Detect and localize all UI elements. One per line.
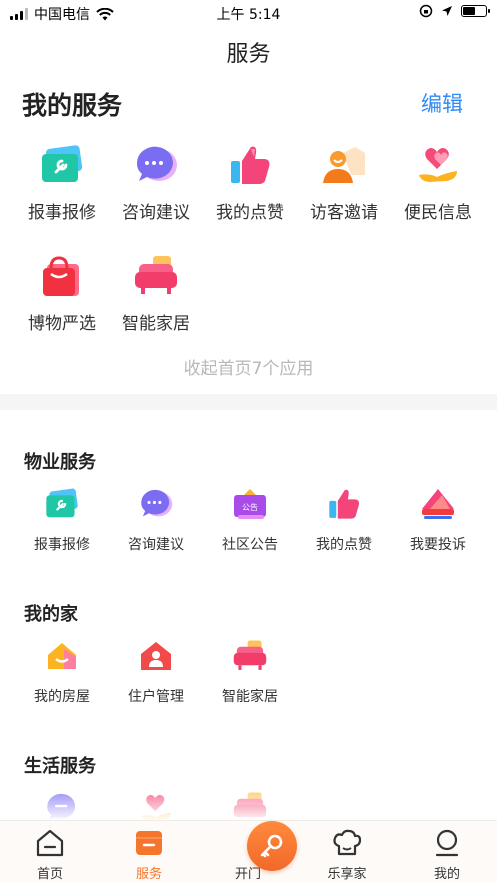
category-grid: 我的房屋 住户管理 智能家居 (15, 638, 485, 720)
service-tile-label: 访客邀请 (310, 203, 378, 223)
sofa-icon (232, 638, 268, 674)
complaint-icon (420, 486, 456, 522)
service-tile-consult[interactable]: 咨询建议 (109, 486, 203, 568)
my-services-grid: 报事报修 咨询建议 我的点赞 访客邀请 便民信息 博物严选 智能家居 (15, 138, 485, 360)
tab-label: 首页 (36, 867, 63, 882)
tab-services[interactable]: 服务 (109, 827, 189, 882)
tab-profile[interactable]: 我的 (407, 827, 487, 882)
service-tile-shop[interactable]: 博物严选 (15, 249, 109, 360)
sofa-icon (133, 253, 179, 299)
status-right (419, 4, 490, 18)
service-tile-likes[interactable]: 我的点赞 (297, 486, 391, 568)
status-bar: 中国电信 上午 5:14 (0, 0, 497, 26)
my-services-panel: 我的服务 编辑 报事报修 咨询建议 我的点赞 访客邀请 便民信息 博物严选 智能… (0, 80, 497, 394)
service-tile-label: 我的点赞 (316, 537, 372, 553)
rotation-lock-icon (419, 4, 433, 18)
thumbs-up-icon (227, 142, 273, 188)
battery-level (463, 7, 476, 15)
wrench-card-icon (39, 142, 85, 188)
service-tile-label: 咨询建议 (122, 203, 190, 223)
service-tile-label: 博物严选 (28, 314, 96, 334)
notice-badge-text: 公告 (242, 502, 258, 512)
service-tile-label: 报事报修 (28, 203, 96, 223)
home-icon (34, 827, 66, 859)
chat-bubble-icon (133, 142, 179, 188)
service-tile-label: 我的房屋 (34, 689, 90, 705)
chat-bubble-icon (138, 486, 174, 522)
service-tile-label: 报事报修 (34, 537, 90, 553)
tab-label: 我的 (433, 867, 460, 882)
service-tile-label: 住户管理 (128, 689, 184, 705)
service-icon (133, 827, 165, 859)
wrench-card-icon (44, 486, 80, 522)
chef-hat-icon (331, 827, 363, 859)
service-tile-consult[interactable]: 咨询建议 (109, 138, 203, 249)
my-services-heading: 我的服务 (22, 91, 123, 120)
service-tile-label: 智能家居 (122, 314, 190, 334)
scroll-fade (0, 780, 497, 820)
notice-board-icon: 公告 (232, 486, 268, 522)
heart-hand-icon (415, 142, 461, 188)
service-tile-complaint[interactable]: 我要投诉 (391, 486, 485, 568)
tab-enjoy-home[interactable]: 乐享家 (307, 827, 387, 882)
service-tile-label: 我要投诉 (410, 537, 466, 553)
page-title: 服务 (226, 42, 271, 67)
section-divider (0, 394, 497, 410)
service-tile-label: 我的点赞 (216, 203, 284, 223)
service-tile-label: 智能家居 (222, 689, 278, 705)
category-title: 我的家 (24, 604, 78, 625)
bottom-tab-bar: 首页 服务 开门 乐享家 我的 (0, 820, 497, 883)
service-tile-repair[interactable]: 报事报修 (15, 138, 109, 249)
location-icon (442, 6, 452, 16)
category-title: 生活服务 (24, 756, 96, 777)
service-tile-repair[interactable]: 报事报修 (15, 486, 109, 568)
tab-label: 服务 (135, 867, 162, 882)
shopping-bag-icon (39, 253, 85, 299)
service-tile-smart-home[interactable]: 智能家居 (203, 638, 297, 720)
battery-icon (461, 5, 490, 17)
service-tile-likes[interactable]: 我的点赞 (203, 138, 297, 249)
profile-icon (431, 827, 463, 859)
service-tile-my-house[interactable]: 我的房屋 (15, 638, 109, 720)
service-tile-info[interactable]: 便民信息 (391, 138, 485, 249)
edit-button[interactable]: 编辑 (421, 88, 463, 118)
tab-open-door[interactable]: 开门 (208, 821, 297, 882)
tab-home[interactable]: 首页 (10, 827, 90, 882)
collapse-apps-button[interactable]: 收起首页7个应用 (0, 354, 497, 379)
visitor-icon (321, 142, 367, 188)
service-tile-label: 便民信息 (404, 203, 472, 223)
key-icon (232, 821, 297, 871)
service-tile-label: 咨询建议 (128, 537, 184, 553)
service-tile-label: 社区公告 (222, 537, 278, 553)
service-tile-residents[interactable]: 住户管理 (109, 638, 203, 720)
thumbs-up-icon (326, 486, 362, 522)
open-door-button[interactable] (247, 821, 297, 871)
resident-house-icon (138, 638, 174, 674)
category-grid: 报事报修 咨询建议 公告 社区公告 我的点赞 我要投诉 (15, 486, 485, 568)
service-tile-notice[interactable]: 公告 社区公告 (203, 486, 297, 568)
tab-label: 乐享家 (327, 867, 367, 882)
category-title: 物业服务 (24, 452, 96, 473)
service-tile-visitor[interactable]: 访客邀请 (297, 138, 391, 249)
service-tile-smart-home[interactable]: 智能家居 (109, 249, 203, 360)
house-icon (44, 638, 80, 674)
